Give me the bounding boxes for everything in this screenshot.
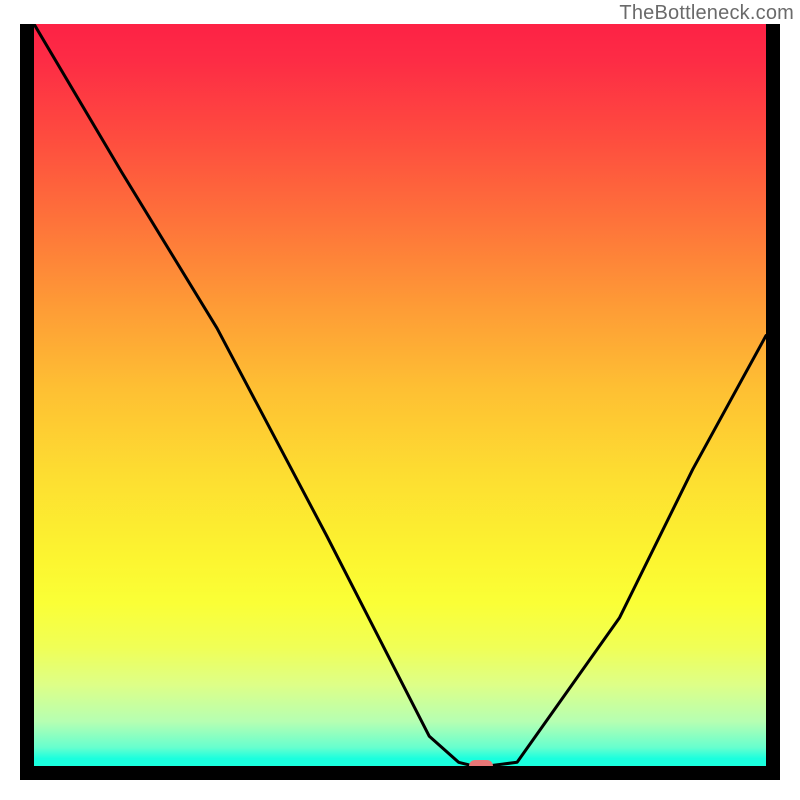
chart-container: TheBottleneck.com	[0, 0, 800, 800]
plot-area	[34, 24, 766, 766]
chart-frame	[20, 24, 780, 780]
watermark-text: TheBottleneck.com	[619, 2, 794, 25]
line-curve	[34, 24, 766, 766]
optimum-marker	[469, 760, 493, 766]
